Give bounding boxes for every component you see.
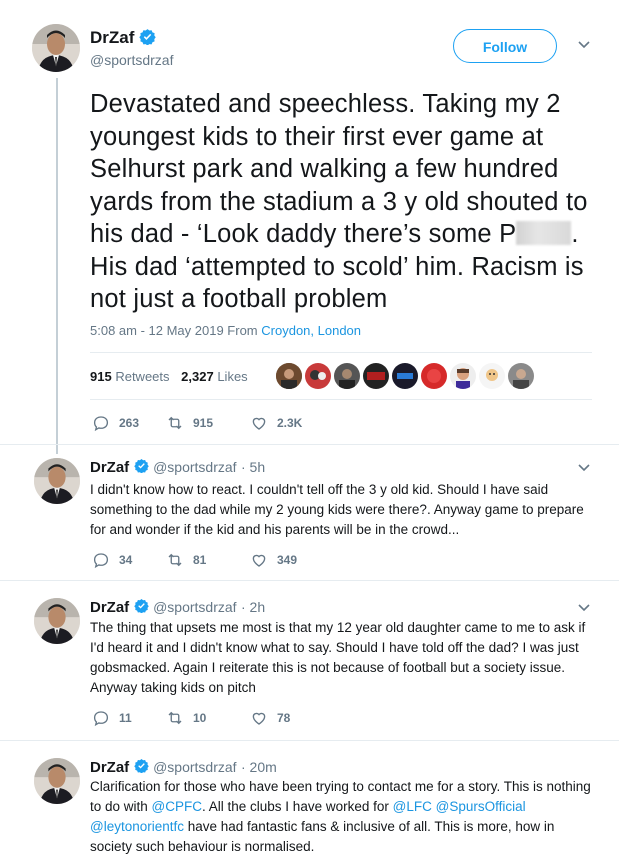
retweet-button[interactable]: 81 xyxy=(166,551,206,569)
reply-time[interactable]: · 5h xyxy=(241,459,265,475)
author-row[interactable]: DrZaf xyxy=(90,28,156,50)
retweet-icon xyxy=(168,553,182,567)
heart-icon xyxy=(252,554,266,567)
avatar[interactable] xyxy=(34,758,80,804)
likes-count[interactable]: 2,327 xyxy=(181,369,214,384)
retweet-icon xyxy=(168,416,182,430)
liker-avatar[interactable] xyxy=(334,363,360,389)
liker-avatar[interactable] xyxy=(479,363,505,389)
reply-icon xyxy=(93,711,109,727)
reply-count: 11 xyxy=(119,711,132,725)
liker-avatar[interactable] xyxy=(276,363,302,389)
reply-time[interactable]: · 2h xyxy=(241,599,265,615)
retweet-icon xyxy=(168,711,182,725)
verified-badge-icon xyxy=(133,758,149,778)
reply-author-name[interactable]: DrZaf xyxy=(90,759,129,776)
reply-author-row[interactable]: DrZaf @sportsdrzaf · 20m xyxy=(90,758,277,778)
tweet-text-part1: Devastated and speechless. Taking my 2 y… xyxy=(90,90,588,248)
reply-time[interactable]: · 20m xyxy=(241,759,277,775)
mention-link[interactable]: @SpursOfficial xyxy=(436,799,526,814)
like-count: 78 xyxy=(277,711,291,725)
reply-author-handle[interactable]: @sportsdrzaf xyxy=(153,599,236,615)
reply-text: I didn't know how to react. I couldn't t… xyxy=(90,482,584,537)
like-button[interactable]: 2.3K xyxy=(250,414,302,432)
divider xyxy=(90,399,592,400)
section-separator xyxy=(0,580,619,581)
like-count: 2.3K xyxy=(277,416,303,430)
liker-avatar[interactable] xyxy=(363,363,389,389)
tweet-timestamp[interactable]: 5:08 am - 12 May 2019 From xyxy=(90,323,258,338)
retweet-count: 81 xyxy=(193,553,207,567)
mention-link[interactable]: @CPFC xyxy=(152,799,202,814)
chevron-down-icon[interactable] xyxy=(577,37,591,54)
reply-actions: 34 81 349 xyxy=(92,551,392,571)
reply-author-handle[interactable]: @sportsdrzaf xyxy=(153,759,236,775)
tweet-actions: 263 915 2.3K xyxy=(92,414,392,434)
section-separator xyxy=(0,740,619,741)
retweet-count: 915 xyxy=(193,416,214,430)
liker-avatar[interactable] xyxy=(392,363,418,389)
reply-author-name[interactable]: DrZaf xyxy=(90,459,129,476)
retweets-count[interactable]: 915 xyxy=(90,369,112,384)
author-name[interactable]: DrZaf xyxy=(90,28,134,47)
avatar[interactable] xyxy=(32,24,80,72)
verified-badge-icon xyxy=(133,458,149,478)
likes-label[interactable]: Likes xyxy=(217,369,247,384)
mention-link[interactable]: @LFC xyxy=(393,799,432,814)
like-button[interactable]: 349 xyxy=(250,551,297,569)
reply-count: 34 xyxy=(119,553,133,567)
reply-actions: 11 10 78 xyxy=(92,709,392,729)
avatar[interactable] xyxy=(34,598,80,644)
reply-button[interactable]: 263 xyxy=(92,414,139,432)
tweet-stats: 915 Retweets 2,327 Likes xyxy=(90,369,248,384)
divider xyxy=(90,352,592,353)
retweets-label[interactable]: Retweets xyxy=(115,369,169,384)
chevron-down-icon[interactable] xyxy=(577,460,591,477)
reply-icon xyxy=(93,553,109,569)
reply-author-name[interactable]: DrZaf xyxy=(90,599,129,616)
reply-author-row[interactable]: DrZaf @sportsdrzaf · 5h xyxy=(90,458,265,478)
mention-link[interactable]: @leytonorientfc xyxy=(90,819,184,834)
like-count: 349 xyxy=(277,553,298,567)
verified-badge-icon xyxy=(139,28,156,50)
reply-button[interactable]: 34 xyxy=(92,551,132,569)
tweet-meta: 5:08 am - 12 May 2019 From Croydon, Lond… xyxy=(90,323,361,338)
reply-count: 263 xyxy=(119,416,140,430)
retweet-button[interactable]: 915 xyxy=(166,414,213,432)
reply-author-handle[interactable]: @sportsdrzaf xyxy=(153,459,236,475)
tweet-text: Devastated and speechless. Taking my 2 y… xyxy=(90,88,610,316)
avatar[interactable] xyxy=(34,458,80,504)
chevron-down-icon[interactable] xyxy=(577,600,591,617)
reply-author-row[interactable]: DrZaf @sportsdrzaf · 2h xyxy=(90,598,265,618)
liker-avatar[interactable] xyxy=(450,363,476,389)
tweet-location-link[interactable]: Croydon, London xyxy=(261,323,361,338)
liker-avatar[interactable] xyxy=(508,363,534,389)
reply-text-segment: . All the clubs I have worked for xyxy=(202,799,393,814)
censored-blur xyxy=(516,221,572,245)
reply-icon xyxy=(93,416,109,432)
verified-badge-icon xyxy=(133,598,149,618)
author-handle[interactable]: @sportsdrzaf xyxy=(90,52,173,68)
retweet-count: 10 xyxy=(193,711,207,725)
reply-text: Clarification for those who have been tr… xyxy=(90,777,595,857)
like-button[interactable]: 78 xyxy=(250,709,290,727)
heart-icon xyxy=(252,417,266,430)
thread-line xyxy=(56,78,58,454)
liker-avatar[interactable] xyxy=(421,363,447,389)
heart-icon xyxy=(252,712,266,725)
reply-button[interactable]: 11 xyxy=(92,709,132,727)
retweet-button[interactable]: 10 xyxy=(166,709,206,727)
section-separator xyxy=(0,444,619,445)
reply-text: The thing that upsets me most is that my… xyxy=(90,620,586,695)
follow-button[interactable]: Follow xyxy=(453,29,557,63)
liker-avatar[interactable] xyxy=(305,363,331,389)
